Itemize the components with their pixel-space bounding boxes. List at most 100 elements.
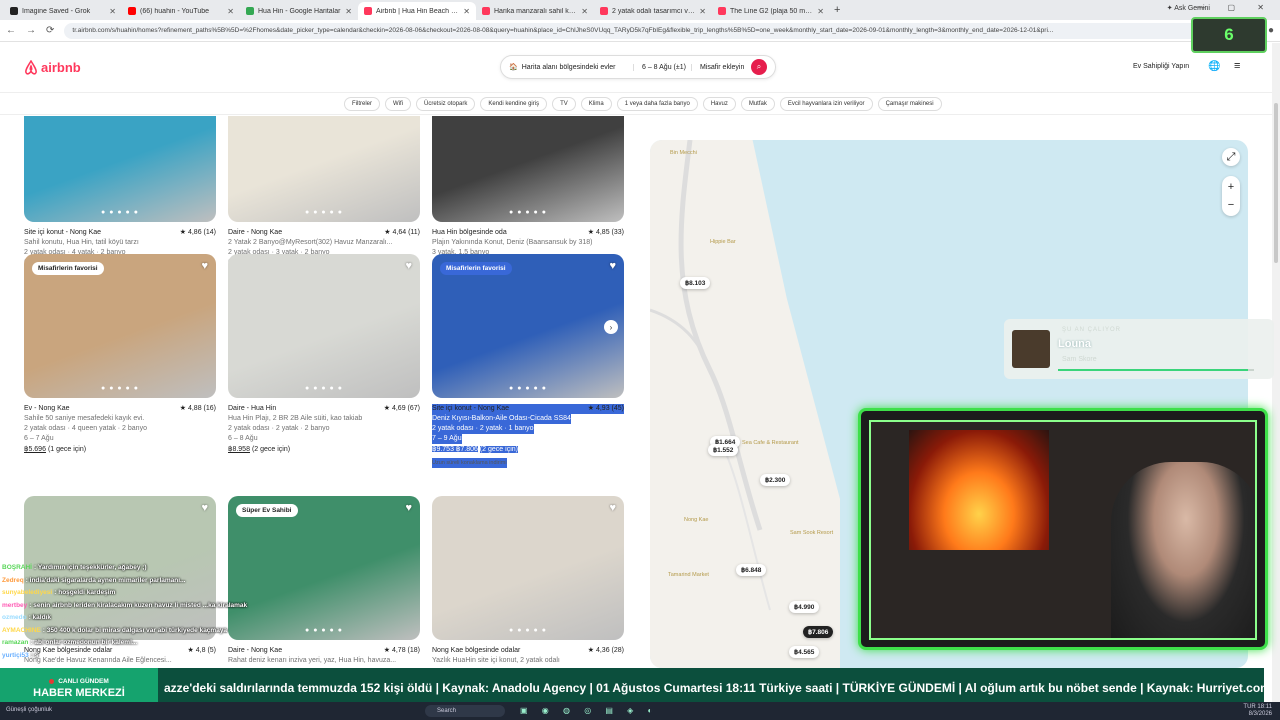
tab-close-icon[interactable]: ✕: [227, 7, 234, 16]
map-poi-label: Bin Mecchi: [670, 150, 697, 156]
listing-info: Ev - Nong Kae ★ 4,88 (16) Sahile 50 saniye…: [24, 398, 216, 455]
zoom-out-button[interactable]: −: [1228, 199, 1234, 211]
listing-rating: ★ 4,69 (67): [383, 405, 420, 412]
taskbar-search[interactable]: Search: [425, 705, 505, 717]
map-price-pin[interactable]: ฿6.848: [736, 564, 767, 576]
heart-icon[interactable]: ♥: [201, 260, 208, 272]
chat-username: mertbey: [2, 601, 28, 609]
map-poi-label: Sea Cafe & Restaurant: [742, 440, 799, 446]
browser-tab[interactable]: 2 yatak odalı tasarımcı villası © ✕: [594, 2, 712, 20]
filter-chip[interactable]: Mutfak: [740, 96, 775, 111]
browser-tab[interactable]: Airbnb | Hua Hin Beach - Tatil & ✕: [358, 2, 476, 20]
tab-close-icon[interactable]: ✕: [699, 7, 706, 16]
listing-photo[interactable]: ♥● ● ● ● ●: [228, 116, 420, 222]
listing-detail: 6 – 7 Ağu: [24, 435, 54, 442]
new-tab-button[interactable]: +: [834, 4, 840, 16]
reload-icon[interactable]: ⟳: [46, 25, 54, 36]
map-price-pin[interactable]: ฿7.806: [803, 626, 834, 638]
filter-chip[interactable]: Evcil hayvanlara izin veriliyor: [779, 96, 873, 111]
system-tray[interactable]: TUR 18:11 8/3/2026: [1243, 704, 1272, 718]
filter-chip[interactable]: TV: [552, 96, 576, 111]
tab-close-icon[interactable]: ✕: [345, 7, 352, 16]
browser-tab[interactable]: Hua Hin - Google Haritalar ✕: [240, 2, 358, 20]
listing-badge: Misafirlerin favorisi: [440, 262, 512, 275]
profile-icon[interactable]: ●: [1268, 25, 1274, 36]
tab-title: Hua Hin - Google Haritalar: [258, 7, 341, 15]
filter-chip[interactable]: 1 veya daha fazla banyo: [616, 96, 698, 111]
url-field[interactable]: tr.airbnb.com/s/huahin/homes?refinement_…: [64, 22, 1239, 39]
map-price-pin[interactable]: ฿4.565: [789, 646, 820, 658]
become-host-link[interactable]: Ev Sahipliği Yapın: [1133, 63, 1189, 70]
menu-icon[interactable]: ≡: [1234, 60, 1240, 72]
listing-card[interactable]: Misafirlerin favorisi ♥ ● ● ● ● ● Ev - Nong…: [24, 254, 216, 455]
heart-icon[interactable]: ♥: [609, 502, 616, 514]
listing-card[interactable]: ♥ ● ● ● ● ● Nong Kae bölgesinde odalar ★ 4,…: [432, 496, 624, 666]
tab-close-icon[interactable]: ✕: [817, 7, 824, 16]
filter-chip[interactable]: Wifi: [385, 96, 412, 111]
listing-photo[interactable]: ♥● ● ● ● ●: [228, 254, 420, 398]
tab-close-icon[interactable]: ✕: [581, 7, 588, 16]
forward-icon[interactable]: →: [26, 25, 36, 36]
listing-photo[interactable]: ♥● ● ● ● ●: [432, 116, 624, 222]
listing-rating: ★ 4,86 (14): [179, 229, 216, 236]
weather-widget[interactable]: Güneşli çoğunluk: [6, 707, 52, 713]
stream-counter: 6: [1191, 17, 1267, 53]
search-icon: ⌕: [756, 62, 762, 71]
map-expand-button[interactable]: ⤢: [1222, 148, 1240, 166]
tray-time: 18:11: [1257, 704, 1272, 710]
listing-rating: ★ 4,88 (16): [179, 405, 216, 412]
tray-date: 8/3/2026: [1248, 711, 1272, 717]
map-price-pin[interactable]: ฿1.552: [708, 444, 739, 456]
airbnb-logo[interactable]: airbnb: [24, 60, 81, 75]
listing-detail: Plajın Yakınında Konut, Deniz (Baansansu…: [432, 239, 593, 246]
browser-tab[interactable]: Imagine Saved - Grok ✕: [4, 2, 122, 20]
listing-card[interactable]: Misafirlerin favorisi ♥ ● ● ● ● ● › Site içi…: [432, 254, 624, 468]
search-who[interactable]: Misafir ekleyin: [691, 63, 751, 71]
chat-message: sunyabelediyesi: hoşgeldi kardeşim: [2, 589, 116, 596]
filter-chip[interactable]: Klima: [580, 96, 612, 111]
listing-photo[interactable]: ♥● ● ● ● ●: [24, 116, 216, 222]
window-controls[interactable]: — ▢ ✕: [1197, 3, 1274, 12]
browser-tab[interactable]: Harika manzaralı sahil kenarında ✕: [476, 2, 594, 20]
listing-photo[interactable]: Misafirlerin favorisi ♥ ● ● ● ● ● ›: [432, 254, 624, 398]
listing-photo[interactable]: ♥● ● ● ● ●: [432, 496, 624, 640]
airbnb-wordmark: airbnb: [41, 60, 81, 75]
zoom-in-button[interactable]: +: [1228, 181, 1234, 193]
filter-chip[interactable]: Çamaşır makinesi: [877, 96, 942, 111]
filter-chip[interactable]: Kendi kendine giriş: [480, 96, 548, 111]
search-where[interactable]: 🏠 Harita alanı bölgesindeki evler: [501, 63, 633, 72]
browser-tab[interactable]: (66) huahin - YouTube ✕: [122, 2, 240, 20]
listing-price: ฿8.958 (2 gece için): [228, 445, 420, 455]
heart-icon[interactable]: ♥: [405, 260, 412, 272]
next-photo-button[interactable]: ›: [604, 320, 618, 334]
taskbar: Güneşli çoğunluk Search ▣ ◉ ◍ ◎ ▤ ◈ ◐ TU…: [0, 702, 1280, 720]
fireplace-screen: [909, 430, 1049, 550]
tab-close-icon[interactable]: ✕: [109, 7, 116, 16]
search-button[interactable]: ⌕: [751, 59, 767, 75]
listing-rating: ★ 4,85 (33): [587, 229, 624, 236]
heart-icon[interactable]: ♥: [609, 260, 616, 272]
listing-photo[interactable]: Misafirlerin favorisi ♥ ● ● ● ● ●: [24, 254, 216, 398]
search-when[interactable]: 6 – 8 Ağu (±1): [633, 63, 691, 71]
chat-text: abi onlar ozmedonun bir kalemi...: [34, 639, 138, 646]
listing-card[interactable]: ♥ ● ● ● ● ● Daire - Hua Hin ★ 4,69 (67) Hua …: [228, 254, 420, 455]
filter-chip[interactable]: Filtreler: [344, 96, 381, 111]
globe-icon[interactable]: 🌐: [1208, 61, 1220, 72]
tab-close-icon[interactable]: ✕: [463, 7, 470, 16]
scrollbar-thumb[interactable]: [1274, 103, 1278, 263]
webcam-feed: [869, 420, 1257, 640]
ticker-title: HABER MERKEZİ: [33, 686, 125, 699]
listing-detail: 6 – 8 Ağu: [228, 435, 258, 442]
filter-chip[interactable]: Havuz: [702, 96, 736, 111]
search-bar[interactable]: 🏠 Harita alanı bölgesindeki evler 6 – 8 A…: [500, 55, 776, 79]
search-where-text: Harita alanı bölgesindeki evler: [521, 63, 616, 71]
map-price-pin[interactable]: ฿8.103: [680, 277, 711, 289]
browser-tab[interactable]: The Line G2 (plaja 50 m) - Nong ✕: [712, 2, 830, 20]
map-price-pin[interactable]: ฿4.990: [789, 601, 820, 613]
map-price-pin[interactable]: ฿2.300: [760, 474, 791, 486]
filter-chip[interactable]: Ücretsiz otopark: [416, 96, 476, 111]
heart-icon[interactable]: ♥: [201, 502, 208, 514]
taskbar-app-icons[interactable]: ▣ ◉ ◍ ◎ ▤ ◈ ◐: [520, 706, 658, 715]
heart-icon[interactable]: ♥: [405, 502, 412, 514]
back-icon[interactable]: ←: [6, 25, 16, 36]
